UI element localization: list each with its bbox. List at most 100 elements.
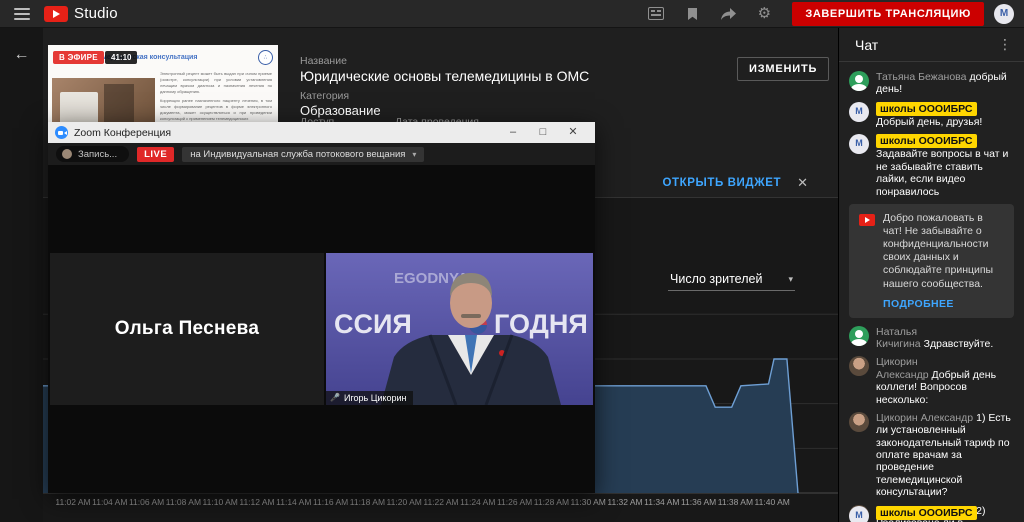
slide-body-text: Электронный рецепт может быть выдан при … (160, 71, 272, 121)
studio-brand: Studio (74, 5, 118, 22)
title-label: Название (300, 55, 347, 67)
slide-logo-icon: ∴ (258, 50, 273, 65)
account-avatar[interactable]: М (994, 3, 1014, 24)
chat-message: Цикорин Александр 1) Есть ли установленны… (849, 411, 1014, 499)
x-tick-label: 11:06 AM (128, 497, 165, 507)
chat-system-message: Добро пожаловать в чат! Не забывайте о к… (849, 203, 1014, 318)
chat-message-body: школы ОООИБРС (876, 506, 980, 522)
bookmark-icon[interactable] (683, 5, 701, 23)
x-tick-label: 11:02 AM (55, 497, 91, 507)
zoom-app-icon (55, 126, 68, 139)
chat-message-body: Цикорин Александр 1) Есть ли установленны… (876, 412, 1014, 499)
chat-text: 1) Есть ли установленный законодательный… (876, 411, 1011, 499)
x-tick-label: 11:12 AM (239, 497, 275, 507)
chevron-down-icon: ▾ (788, 273, 793, 284)
chat-avatar (849, 71, 869, 91)
participant-name: Ольга Песнева (114, 318, 260, 339)
x-tick-label: 11:36 AM (680, 497, 717, 507)
x-tick-label: 11:16 AM (312, 497, 349, 507)
zoom-window: Zoom Конференция – □ ✕ Запись... LIVE на… (48, 122, 595, 493)
participant-name: Игорь Цикорин (343, 393, 407, 403)
x-tick-label: 11:18 AM (349, 497, 386, 507)
menu-icon[interactable] (14, 7, 30, 20)
chat-author: Наталья Кичигина (876, 325, 921, 351)
x-tick-label: 11:30 AM (570, 497, 606, 507)
chat-header: Чат ⋮ (839, 28, 1024, 62)
zoom-window-titlebar[interactable]: Zoom Конференция – □ ✕ (48, 122, 595, 143)
chat-message: школы ОООИБРСДобрый день, друзья! (849, 101, 1014, 129)
x-tick-label: 11:38 AM (717, 497, 754, 507)
participant-tile-left: Ольга Песнева (50, 253, 324, 405)
window-close-button[interactable]: ✕ (558, 122, 588, 143)
window-minimize-button[interactable]: – (498, 122, 528, 143)
system-message-link[interactable]: ПОДРОБНЕЕ (883, 298, 1004, 310)
chat-avatar (849, 325, 869, 346)
edit-button[interactable]: ИЗМЕНИТЬ (737, 57, 830, 81)
chat-avatar (849, 506, 869, 522)
chat-message-body: школы ОООИБРСЗадавайте вопросы в чат и н… (876, 134, 1014, 198)
end-stream-button[interactable]: ЗАВЕРШИТЬ ТРАНСЛЯЦИЮ (792, 1, 984, 26)
chat-avatar (849, 134, 869, 155)
chat-message: школы ОООИБРС (849, 506, 1014, 522)
live-timer: 41:10 (105, 51, 138, 64)
top-bar: Studio ⚙ ЗАВЕРШИТЬ ТРАНСЛЯЦИЮ М (0, 0, 1024, 28)
widget-row: ОТКРЫТЬ ВИДЖЕТ ✕ (662, 175, 808, 191)
share-icon[interactable] (719, 5, 737, 23)
chat-author: Татьяна Бежанова (876, 71, 967, 83)
chat-message-body: Татьяна Бежанова добрый день! (876, 71, 1014, 96)
x-tick-label: 11:04 AM (92, 497, 128, 507)
x-tick-label: 11:40 AM (754, 497, 790, 507)
x-tick-label: 11:14 AM (276, 497, 312, 507)
mini-sidebar: ← (0, 28, 43, 522)
x-tick-label: 11:28 AM (533, 497, 570, 507)
chat-message-list: Татьяна Бежановадобрый день! школы ОООИБР… (839, 63, 1024, 522)
participant-video: EGODNYA ССИЯ ГОДНЯ (326, 253, 593, 405)
chat-message: Татьяна Бежанова добрый день! (849, 71, 1014, 96)
category-label: Категория (300, 90, 350, 102)
x-tick-label: 11:10 AM (202, 497, 238, 507)
chat-author: школы ОООИБРС (876, 101, 977, 116)
window-maximize-button[interactable]: □ (528, 122, 558, 143)
youtube-logo-icon[interactable] (44, 5, 68, 22)
youtube-icon (859, 213, 875, 226)
chat-author: Цикорин Александр (876, 411, 974, 424)
recording-avatar-icon (62, 149, 72, 159)
back-arrow-icon[interactable]: ← (0, 46, 43, 64)
stream-target-dropdown[interactable]: на Индивидуальная служба потокового веща… (182, 146, 425, 162)
settings-gear-icon[interactable]: ⚙ (755, 5, 773, 23)
chat-text: Добрый день, друзья! (876, 115, 983, 128)
open-widget-link[interactable]: ОТКРЫТЬ ВИДЖЕТ (662, 177, 781, 189)
zoom-live-badge: LIVE (137, 146, 175, 162)
live-badge: В ЭФИРЕ (53, 51, 104, 64)
chat-message: Цикорин Александр Добрый день коллеги! Во… (849, 356, 1014, 406)
chat-avatar (849, 356, 869, 377)
chat-menu-icon[interactable]: ⋮ (994, 36, 1016, 53)
chat-message-body: школы ОООИБРСДобрый день, друзья! (876, 101, 1014, 129)
zoom-stage: Ольга Песнева EGODNYA ССИЯ ГОДНЯ 🎤 Игорь… (48, 165, 595, 493)
chat-text: Задавайте вопросы в чат и не забывайте с… (876, 148, 1009, 198)
metric-selector[interactable]: Число зрителей ▾ (668, 268, 795, 291)
chevron-down-icon: ▾ (412, 149, 417, 159)
chat-message: школы ОООИБРСЗадавайте вопросы в чат и н… (849, 134, 1014, 198)
zoom-window-title: Zoom Конференция (74, 126, 172, 139)
svg-text:ГОДНЯ: ГОДНЯ (494, 309, 588, 339)
chat-message-body: Наталья Кичигина Здравствуйте. (876, 326, 1014, 351)
chat-author: школы ОООИБРС (876, 134, 977, 149)
svg-text:ССИЯ: ССИЯ (334, 309, 412, 339)
app-root: Studio ⚙ ЗАВЕРШИТЬ ТРАНСЛЯЦИЮ М ← рецепт… (0, 0, 1024, 522)
widget-close-icon[interactable]: ✕ (797, 175, 808, 191)
chat-text: Здравствуйте. (923, 338, 994, 351)
participant-tile-right: EGODNYA ССИЯ ГОДНЯ 🎤 Игорь Цикорин (326, 253, 593, 405)
x-tick-label: 11:20 AM (386, 497, 422, 507)
live-dashboard-icon[interactable] (647, 5, 665, 23)
x-tick-label: 11:26 AM (496, 497, 533, 507)
recording-indicator[interactable]: Запись... (56, 146, 130, 162)
x-tick-label: 11:22 AM (423, 497, 459, 507)
zoom-toolbar: Запись... LIVE на Индивидуальная служба … (48, 143, 595, 165)
participant-name-tag: 🎤 Игорь Цикорин (326, 391, 414, 405)
chat-message-body: Цикорин Александр Добрый день коллеги! Во… (876, 356, 1014, 406)
system-message-text: Добро пожаловать в чат! Не забывайте о к… (883, 211, 994, 290)
chat-author: Цикорин Александр (876, 356, 929, 381)
chat-avatar (849, 101, 869, 122)
chat-message: Наталья Кичигина Здравствуйте. (849, 325, 1014, 351)
